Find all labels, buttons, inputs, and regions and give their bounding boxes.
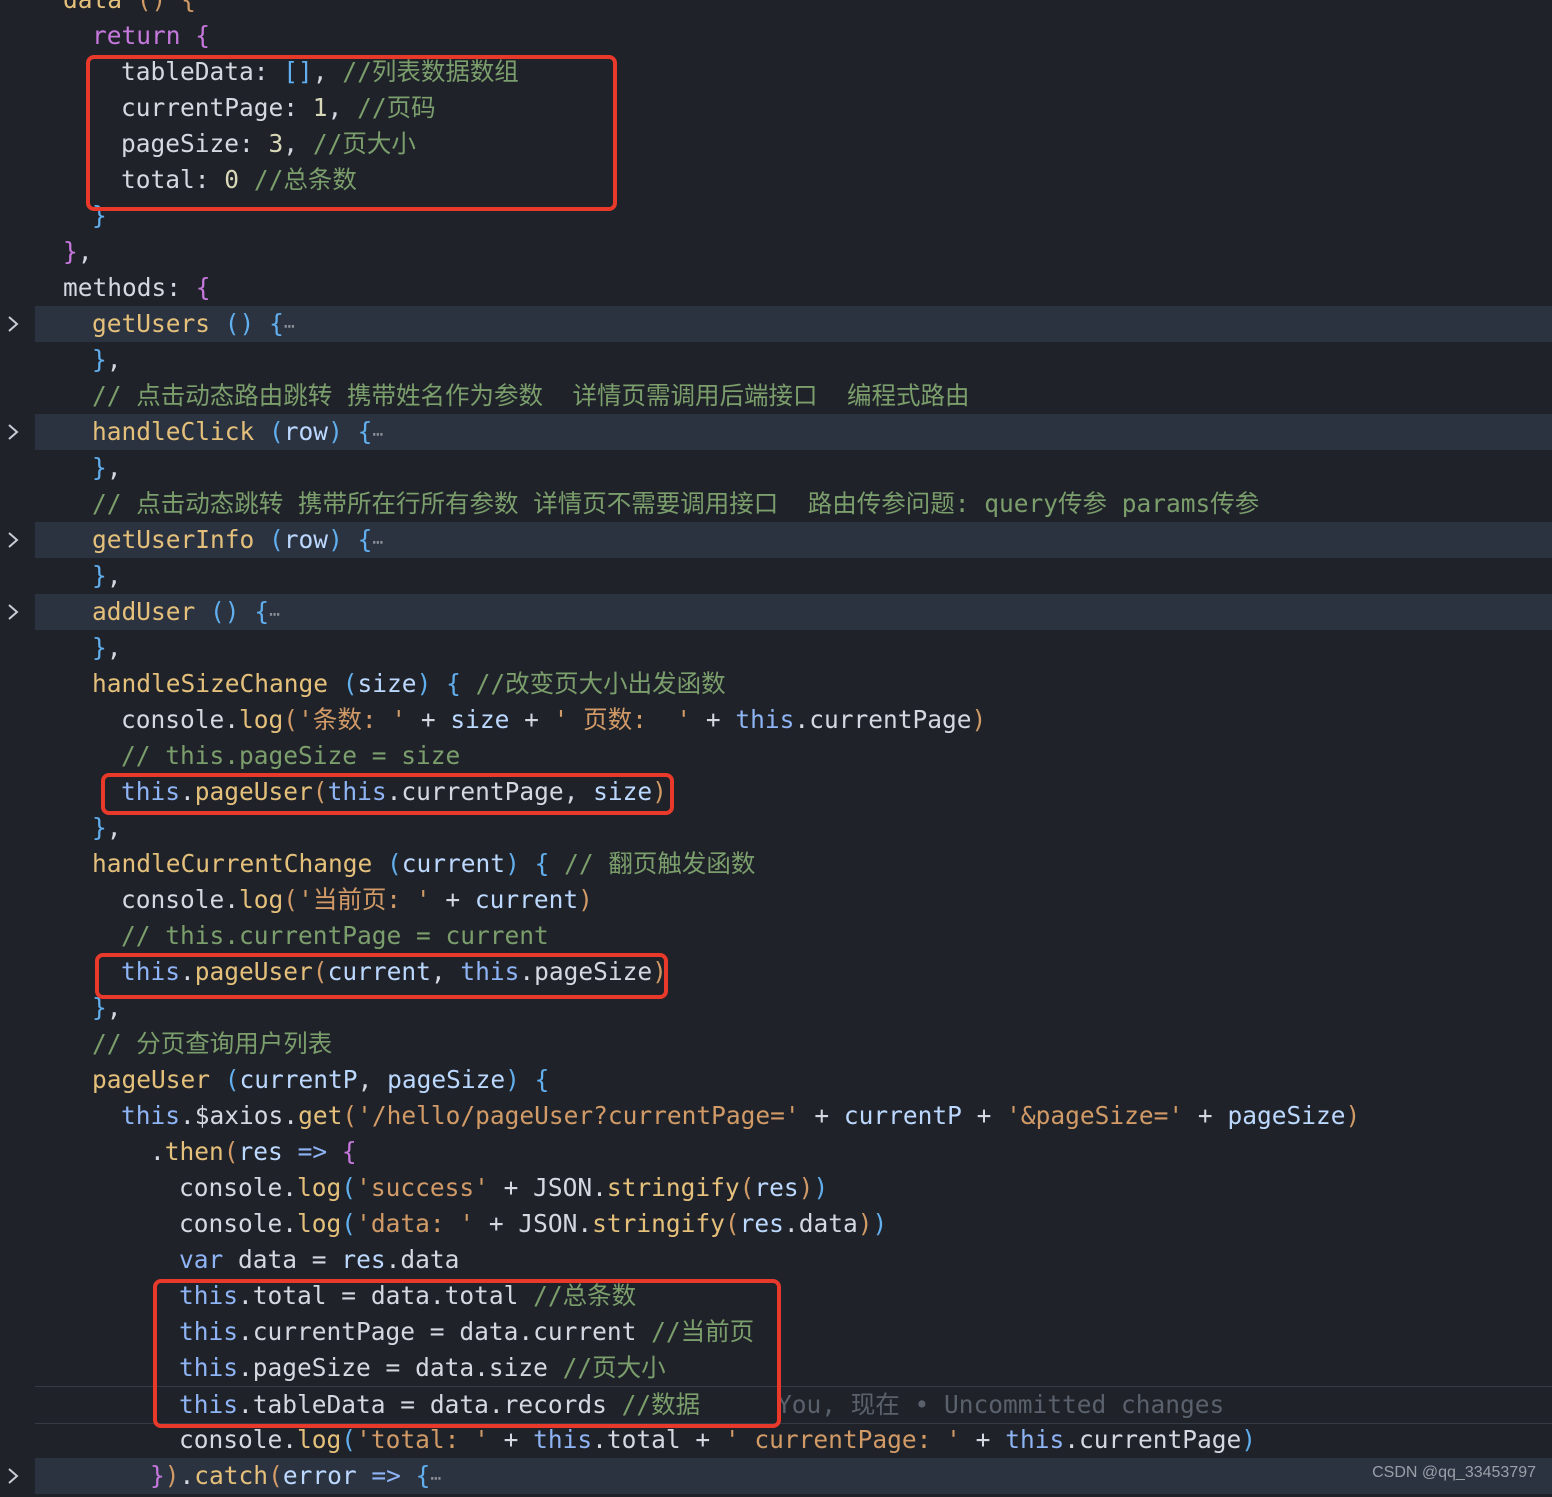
- code-line[interactable]: console.log('条数: ' + size + ' 页数: ' + th…: [35, 702, 1552, 738]
- code-text: },: [92, 453, 122, 482]
- code-line[interactable]: handleClick (row) {⋯: [35, 414, 1552, 450]
- code-line[interactable]: // 点击动态路由跳转 携带姓名作为参数 详情页需调用后端接口 编程式路由: [35, 378, 1552, 414]
- code-text: console.log('当前页: ' + current): [121, 885, 593, 914]
- code-line[interactable]: this.pageUser(this.currentPage, size): [35, 774, 1552, 810]
- code-line[interactable]: this.currentPage = data.current //当前页: [35, 1314, 1552, 1350]
- code-text: currentPage: 1, //页码: [121, 93, 436, 122]
- fold-chevron-icon[interactable]: [4, 314, 22, 334]
- code-text: console.log('success' + JSON.stringify(r…: [179, 1173, 829, 1202]
- code-line[interactable]: pageUser (currentP, pageSize) {: [35, 1062, 1552, 1098]
- fold-chevron-icon[interactable]: [4, 530, 22, 550]
- code-line[interactable]: // this.currentPage = current: [35, 918, 1552, 954]
- code-line[interactable]: },: [35, 990, 1552, 1026]
- code-text: console.log('data: ' + JSON.stringify(re…: [179, 1209, 888, 1238]
- code-line[interactable]: },: [35, 558, 1552, 594]
- code-text: this.currentPage = data.current //当前页: [179, 1317, 755, 1346]
- code-text: // 分页查询用户列表: [92, 1029, 333, 1058]
- code-text: handleClick (row) {⋯: [92, 417, 384, 446]
- fold-chevron-icon[interactable]: [4, 602, 22, 622]
- fold-chevron-icon[interactable]: [4, 1466, 22, 1486]
- code-line[interactable]: var data = res.data: [35, 1242, 1552, 1278]
- code-line[interactable]: .then(res => {: [35, 1134, 1552, 1170]
- code-line[interactable]: currentPage: 1, //页码: [35, 90, 1552, 126]
- code-text: getUsers () {⋯: [92, 309, 295, 338]
- code-line[interactable]: // this.pageSize = size: [35, 738, 1552, 774]
- code-line[interactable]: handleSizeChange (size) { //改变页大小出发函数: [35, 666, 1552, 702]
- code-text: }).catch(error => {⋯: [150, 1461, 442, 1490]
- code-text: }: [92, 201, 107, 230]
- code-text: handleSizeChange (size) { //改变页大小出发函数: [92, 669, 726, 698]
- code-text: return {: [92, 21, 211, 50]
- code-line[interactable]: pageSize: 3, //页大小: [35, 126, 1552, 162]
- code-line[interactable]: },: [35, 810, 1552, 846]
- code-line[interactable]: getUsers () {⋯: [35, 306, 1552, 342]
- code-text: },: [92, 633, 122, 662]
- code-text: this.pageSize = data.size //页大小: [179, 1353, 666, 1382]
- code-text: // 点击动态路由跳转 携带姓名作为参数 详情页需调用后端接口 编程式路由: [92, 381, 970, 410]
- code-text: },: [92, 813, 122, 842]
- csdn-watermark: CSDN @qq_33453797: [1372, 1464, 1536, 1481]
- code-text: this.pageUser(current, this.pageSize): [121, 957, 667, 986]
- code-line[interactable]: },: [35, 450, 1552, 486]
- code-text: this.tableData = data.records //数据: [179, 1390, 701, 1419]
- code-text: },: [92, 993, 122, 1022]
- code-text: console.log('条数: ' + size + ' 页数: ' + th…: [121, 705, 987, 734]
- inline-blame: You, 现在 • Uncommitted changes: [777, 1390, 1225, 1419]
- code-line[interactable]: this.tableData = data.records //数据 You, 现…: [35, 1386, 1552, 1424]
- code-line[interactable]: },: [35, 234, 1552, 270]
- code-line[interactable]: }: [35, 198, 1552, 234]
- code-line[interactable]: handleCurrentChange (current) { // 翻页触发函…: [35, 846, 1552, 882]
- code-text: this.total = data.total //总条数: [179, 1281, 637, 1310]
- code-line[interactable]: },: [35, 630, 1552, 666]
- code-text: },: [92, 345, 122, 374]
- code-text: handleCurrentChange (current) { // 翻页触发函…: [92, 849, 756, 878]
- code-text: console.log('total: ' + this.total + ' c…: [179, 1425, 1256, 1454]
- code-line[interactable]: console.log('当前页: ' + current): [35, 882, 1552, 918]
- code-line[interactable]: // 点击动态跳转 携带所在行所有参数 详情页不需要调用接口 路由传参问题: q…: [35, 486, 1552, 522]
- code-text: // this.pageSize = size: [121, 741, 461, 770]
- fold-chevron-icon[interactable]: [4, 422, 22, 442]
- code-text: var data = res.data: [179, 1245, 460, 1274]
- code-line[interactable]: this.pageSize = data.size //页大小: [35, 1350, 1552, 1386]
- code-text: methods: {: [63, 273, 211, 302]
- code-text: pageUser (currentP, pageSize) {: [92, 1065, 550, 1094]
- code-text: // 点击动态跳转 携带所在行所有参数 详情页不需要调用接口 路由传参问题: q…: [92, 489, 1260, 518]
- code-line[interactable]: console.log('data: ' + JSON.stringify(re…: [35, 1206, 1552, 1242]
- code-editor[interactable]: data () { return { tableData: [], //列表数据数组…: [0, 0, 1552, 1494]
- code-line[interactable]: console.log('success' + JSON.stringify(r…: [35, 1170, 1552, 1206]
- code-line[interactable]: return {: [35, 18, 1552, 54]
- code-line[interactable]: }).catch(error => {⋯: [35, 1458, 1552, 1494]
- code-text: this.$axios.get('/hello/pageUser?current…: [121, 1101, 1361, 1130]
- code-text: // this.currentPage = current: [121, 921, 549, 950]
- code-text: pageSize: 3, //页大小: [121, 129, 416, 158]
- code-text: addUser () {⋯: [92, 597, 280, 626]
- code-line[interactable]: this.$axios.get('/hello/pageUser?current…: [35, 1098, 1552, 1134]
- code-text: },: [63, 237, 93, 266]
- code-line[interactable]: tableData: [], //列表数据数组: [35, 54, 1552, 90]
- code-text: .then(res => {: [150, 1137, 357, 1166]
- code-text: data () {: [63, 0, 196, 14]
- code-line[interactable]: this.pageUser(current, this.pageSize): [35, 954, 1552, 990]
- code-text: this.pageUser(this.currentPage, size): [121, 777, 667, 806]
- code-line[interactable]: getUserInfo (row) {⋯: [35, 522, 1552, 558]
- code-line[interactable]: },: [35, 342, 1552, 378]
- code-line[interactable]: data () {: [35, 0, 1552, 18]
- code-text: total: 0 //总条数: [121, 165, 357, 194]
- code-line[interactable]: addUser () {⋯: [35, 594, 1552, 630]
- code-line[interactable]: console.log('total: ' + this.total + ' c…: [35, 1422, 1552, 1458]
- code-line[interactable]: // 分页查询用户列表: [35, 1026, 1552, 1062]
- code-text: },: [92, 561, 122, 590]
- code-line[interactable]: total: 0 //总条数: [35, 162, 1552, 198]
- code-line[interactable]: this.total = data.total //总条数: [35, 1278, 1552, 1314]
- code-text: getUserInfo (row) {⋯: [92, 525, 384, 554]
- code-line[interactable]: methods: {: [35, 270, 1552, 306]
- code-text: tableData: [], //列表数据数组: [121, 57, 519, 86]
